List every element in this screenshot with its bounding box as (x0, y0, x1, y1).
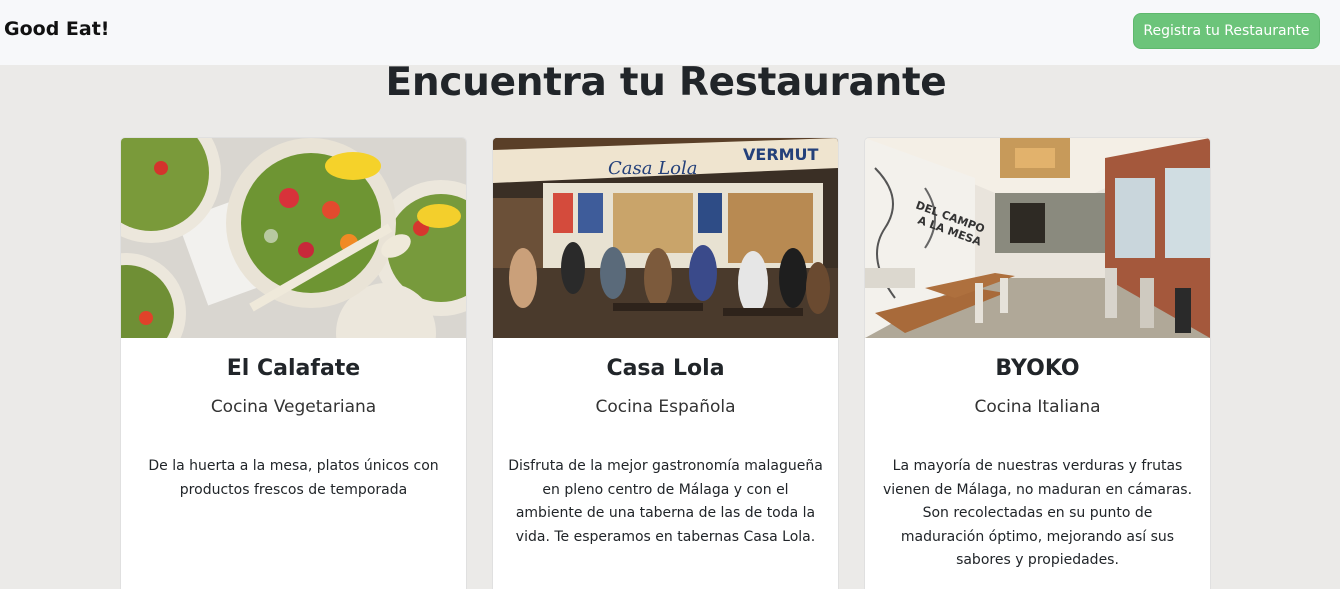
sign-casa-lola: Casa Lola (608, 158, 697, 179)
restaurant-image: DEL CAMPO A LA MESA (865, 138, 1210, 338)
restaurant-image (121, 138, 466, 338)
sign-vermut: VERMUT (743, 145, 819, 164)
restaurant-cuisine: Cocina Vegetariana (210, 397, 377, 417)
restaurant-name[interactable]: BYOKO (865, 356, 1210, 381)
page-title: Encuentra tu Restaurante (385, 60, 947, 105)
restaurant-description: Disfruta de la mejor gastronomía malague… (508, 458, 823, 545)
brand-logo[interactable]: Good Eat! (4, 18, 109, 40)
register-restaurant-button[interactable]: Registra tu Restaurante (1133, 13, 1320, 49)
restaurant-description: De la huerta a la mesa, platos únicos co… (148, 458, 439, 498)
restaurant-card[interactable]: El Calafate Cocina Vegetariana De la hue… (120, 137, 467, 589)
restaurant-name[interactable]: El Calafate (121, 356, 466, 381)
restaurant-image: Casa Lola VERMUT (493, 138, 838, 338)
navbar: Good Eat! Registra tu Restaurante (0, 0, 1340, 65)
restaurant-description: La mayoría de nuestras verduras y frutas… (882, 458, 1193, 568)
restaurant-card[interactable]: DEL CAMPO A LA MESA BYOKO Cocina Italian… (864, 137, 1211, 589)
tavern-exterior-photo: Casa Lola VERMUT (493, 138, 838, 338)
restaurant-interior-photo: DEL CAMPO A LA MESA (865, 138, 1210, 338)
restaurant-card[interactable]: Casa Lola VERMUT Casa Lola Cocina Españo… (492, 137, 839, 589)
restaurant-name[interactable]: Casa Lola (493, 356, 838, 381)
restaurant-cuisine: Cocina Española (595, 397, 736, 417)
salad-bowls-photo (121, 138, 466, 338)
restaurant-cuisine: Cocina Italiana (974, 397, 1101, 417)
